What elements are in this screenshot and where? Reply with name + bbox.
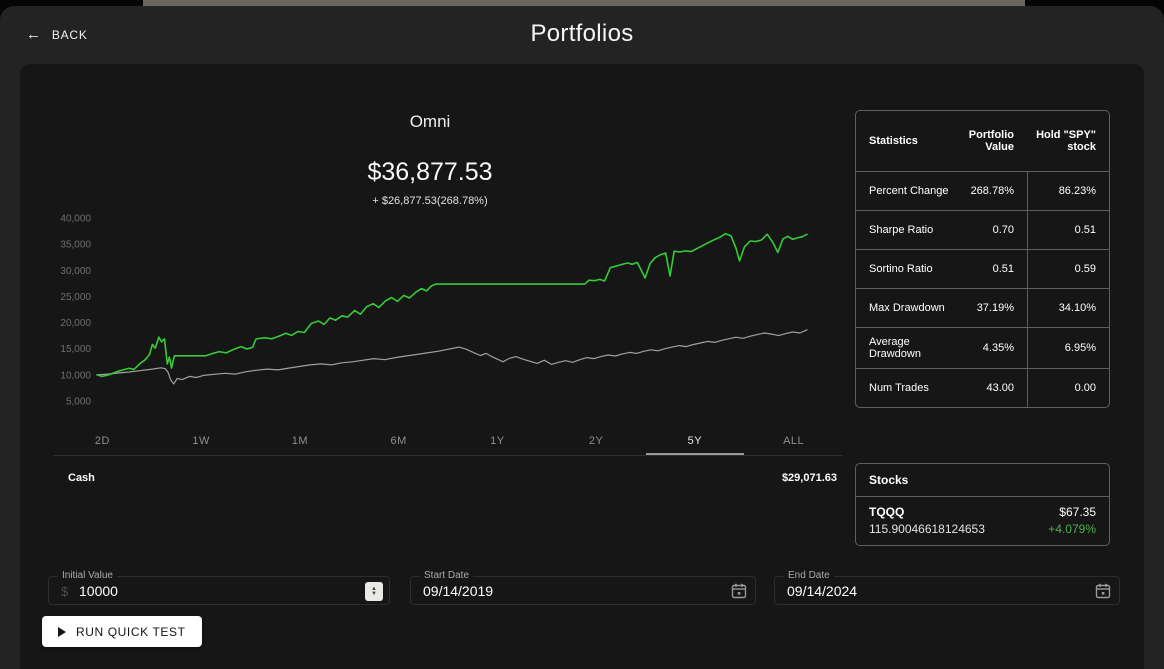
cash-label: Cash xyxy=(68,472,95,484)
end-date-field-label: End Date xyxy=(784,570,834,581)
range-tab-2y[interactable]: 2Y xyxy=(547,428,646,455)
range-tab-all[interactable]: ALL xyxy=(744,428,843,455)
run-quick-test-button[interactable]: RUN QUICK TEST xyxy=(42,616,202,647)
portfolio-name: Omni xyxy=(20,112,840,132)
calendar-icon[interactable] xyxy=(1095,583,1111,599)
start-date-input[interactable]: 09/14/2019 xyxy=(423,583,493,599)
number-stepper[interactable]: ▲ ▼ xyxy=(365,582,383,601)
range-tab-2d[interactable]: 2D xyxy=(53,428,152,455)
stock-shares: 115.90046618124653 xyxy=(869,522,1048,536)
portfolio-value: $36,877.53 xyxy=(20,158,840,187)
calendar-icon[interactable] xyxy=(731,583,747,599)
stats-row: Average Drawdown4.35%6.95% xyxy=(856,327,1109,368)
stat-spy-value: 6.95% xyxy=(1027,328,1109,368)
y-axis-tick: 10,000 xyxy=(60,370,91,381)
end-date-field[interactable]: End Date 09/14/2024 xyxy=(774,576,1120,605)
portfolio-card: Omni $36,877.53 + $26,877.53(268.78%) 40… xyxy=(20,64,1144,669)
range-tab-1w[interactable]: 1W xyxy=(152,428,251,455)
currency-prefix: $ xyxy=(61,584,68,599)
screen: ← BACK Portfolios Omni $36,877.53 + $26,… xyxy=(0,0,1164,669)
stat-label: Percent Change xyxy=(856,172,969,210)
y-axis-tick: 35,000 xyxy=(60,240,91,251)
statistics-table: StatisticsPortfolio ValueHold "SPY" stoc… xyxy=(855,110,1110,408)
stat-label: Num Trades xyxy=(856,369,969,407)
stat-spy-value: 34.10% xyxy=(1027,289,1109,327)
series-portfolio-value xyxy=(97,234,807,377)
stats-header-label: Statistics xyxy=(856,121,969,161)
performance-chart[interactable]: 40,000 35,000 30,000 25,000 20,000 15,000 10,0… xyxy=(45,205,835,431)
stock-row[interactable]: TQQQ$67.35115.90046618124653+4.079% xyxy=(856,497,1109,545)
play-icon xyxy=(58,627,66,637)
stat-spy-value: 0.59 xyxy=(1027,250,1109,288)
app-window: ← BACK Portfolios Omni $36,877.53 + $26,… xyxy=(0,6,1164,669)
stat-portfolio-value: 37.19% xyxy=(969,289,1027,327)
stat-portfolio-value: 0.51 xyxy=(969,250,1027,288)
stocks-panel: Stocks TQQQ$67.35115.90046618124653+4.07… xyxy=(855,463,1110,546)
stats-row: Sharpe Ratio0.700.51 xyxy=(856,210,1109,249)
y-axis-tick: 30,000 xyxy=(60,266,91,277)
y-axis-tick: 15,000 xyxy=(60,344,91,355)
stocks-panel-title: Stocks xyxy=(856,464,1109,497)
initial-value-input[interactable]: 10000 xyxy=(79,583,118,599)
stepper-down-icon[interactable]: ▼ xyxy=(371,592,377,597)
range-tabs: 2D1W1M6M1Y2Y5YALL xyxy=(53,428,843,456)
start-date-field-label: Start Date xyxy=(420,570,473,581)
stats-row: Max Drawdown37.19%34.10% xyxy=(856,288,1109,327)
stats-header-portfolio: Portfolio Value xyxy=(969,121,1027,161)
range-tab-5y[interactable]: 5Y xyxy=(646,428,745,455)
statistics-table-header: StatisticsPortfolio ValueHold "SPY" stoc… xyxy=(856,111,1109,171)
stock-change-percent: +4.079% xyxy=(1048,522,1096,536)
stat-label: Sortino Ratio xyxy=(856,250,969,288)
y-axis-tick: 40,000 xyxy=(60,214,91,225)
stock-symbol: TQQQ xyxy=(869,505,1048,519)
range-tab-6m[interactable]: 6M xyxy=(349,428,448,455)
range-tab-1m[interactable]: 1M xyxy=(251,428,350,455)
stat-portfolio-value: 4.35% xyxy=(969,328,1027,368)
y-axis-tick: 25,000 xyxy=(60,292,91,303)
stat-label: Sharpe Ratio xyxy=(856,211,969,249)
page-title: Portfolios xyxy=(0,20,1164,48)
range-tab-1y[interactable]: 1Y xyxy=(448,428,547,455)
y-axis-tick: 20,000 xyxy=(60,318,91,329)
stats-row: Num Trades43.000.00 xyxy=(856,368,1109,407)
stat-spy-value: 0.00 xyxy=(1027,369,1109,407)
initial-value-field[interactable]: Initial Value $ 10000 ▲ ▼ xyxy=(48,576,390,605)
stat-spy-value: 86.23% xyxy=(1027,172,1109,210)
run-button-label: RUN QUICK TEST xyxy=(76,625,186,639)
cash-value: $29,071.63 xyxy=(782,472,837,484)
stats-row: Percent Change268.78%86.23% xyxy=(856,171,1109,210)
stock-price: $67.35 xyxy=(1048,505,1096,519)
stat-portfolio-value: 43.00 xyxy=(969,369,1027,407)
stat-spy-value: 0.51 xyxy=(1027,211,1109,249)
initial-value-field-label: Initial Value xyxy=(58,570,117,581)
stats-header-spy: Hold "SPY" stock xyxy=(1027,121,1109,161)
stats-row: Sortino Ratio0.510.59 xyxy=(856,249,1109,288)
cash-row: Cash $29,071.63 xyxy=(68,472,837,484)
header: ← BACK Portfolios xyxy=(0,6,1164,64)
stat-label: Average Drawdown xyxy=(856,328,969,368)
start-date-field[interactable]: Start Date 09/14/2019 xyxy=(410,576,756,605)
y-axis-tick: 5,000 xyxy=(66,397,91,408)
series-hold-spy-stock xyxy=(97,330,807,384)
end-date-input[interactable]: 09/14/2024 xyxy=(787,583,857,599)
stat-portfolio-value: 0.70 xyxy=(969,211,1027,249)
stat-portfolio-value: 268.78% xyxy=(969,172,1027,210)
stat-label: Max Drawdown xyxy=(856,289,969,327)
